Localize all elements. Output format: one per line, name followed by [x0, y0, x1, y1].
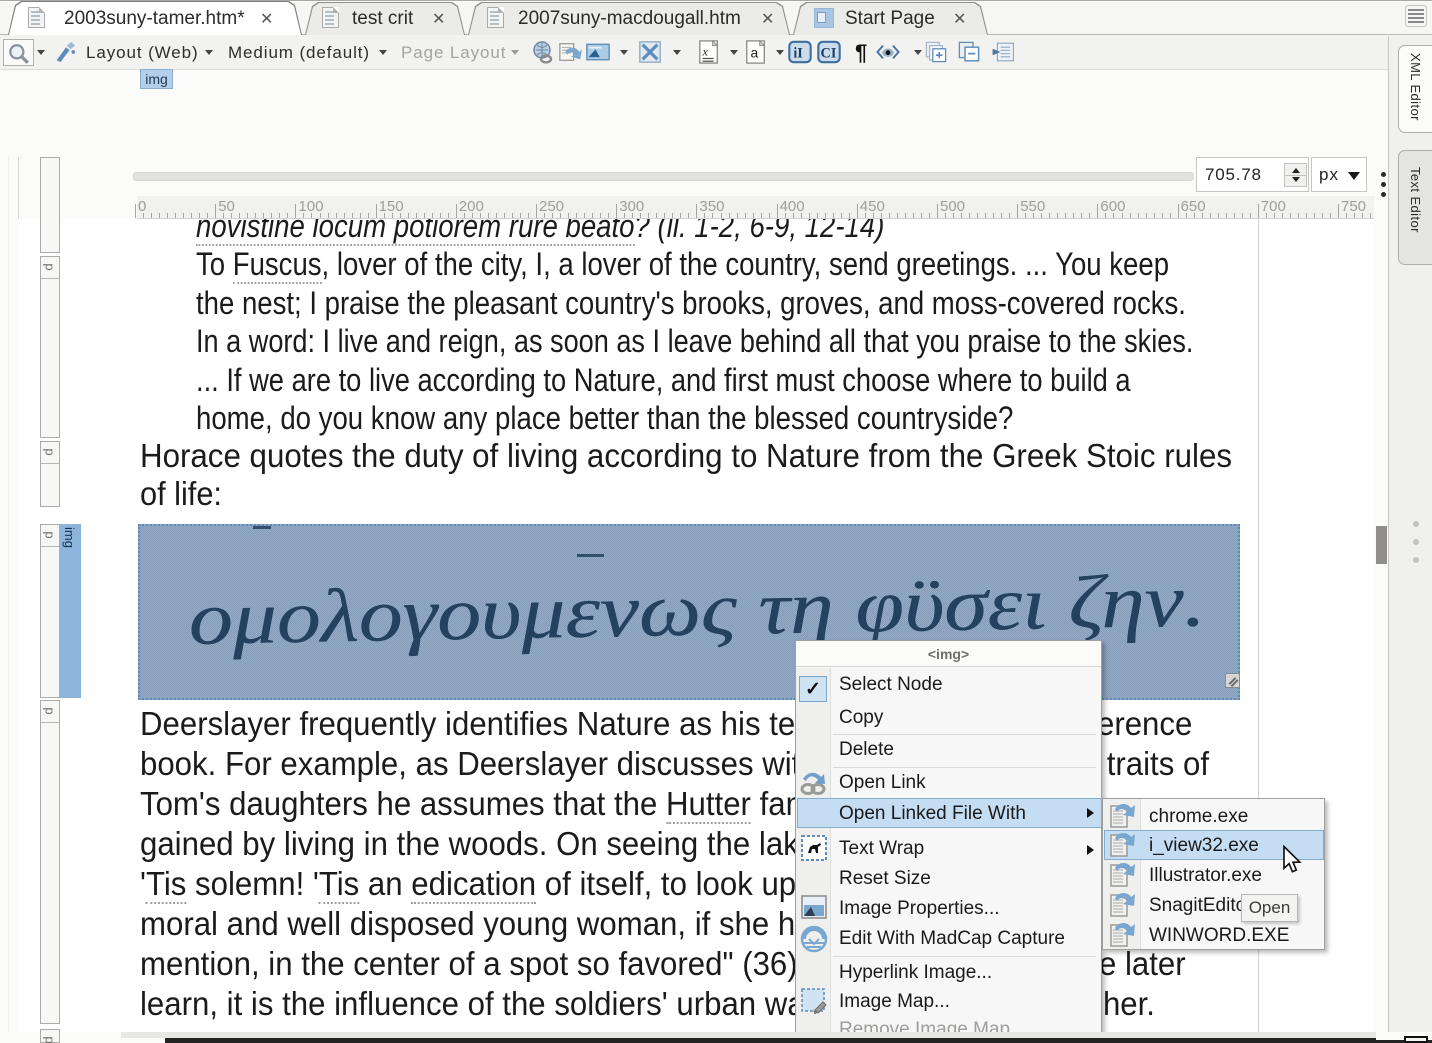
- svg-text:a: a: [750, 45, 758, 61]
- svg-text:iI: iI: [793, 45, 803, 61]
- svg-text:CI: CI: [821, 45, 837, 61]
- svg-text:x: x: [702, 45, 709, 59]
